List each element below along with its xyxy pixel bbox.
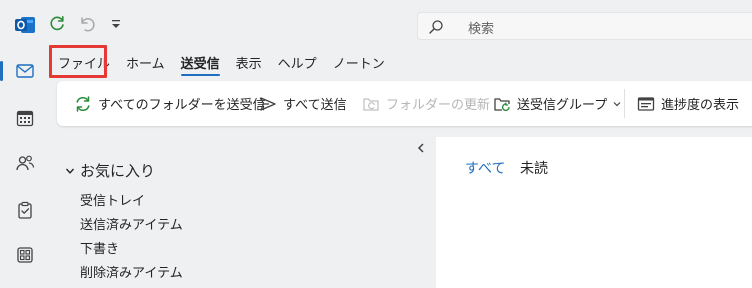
send-receive-all-label: すべてのフォルダーを送受信: [98, 98, 266, 113]
chevron-down-icon: [613, 100, 621, 108]
folder-item-deleted[interactable]: 削除済みアイテム: [80, 262, 183, 281]
send-receive-groups-label: 送受信グループ: [517, 98, 608, 113]
rail-people-button[interactable]: [10, 148, 40, 178]
folder-refresh-icon: [362, 95, 380, 113]
title-bar: 検索: [0, 0, 752, 50]
chevron-down-icon: [64, 165, 76, 177]
send-receive-groups-button[interactable]: 送受信グループ: [493, 81, 621, 126]
refresh-icon[interactable]: [47, 14, 67, 34]
send-all-label: すべて送信: [283, 98, 347, 113]
favorites-header[interactable]: お気に入り: [64, 160, 155, 181]
people-icon: [15, 153, 35, 173]
clipboard-check-icon: [15, 200, 35, 220]
rail-tasks-button[interactable]: [10, 195, 40, 225]
update-folder-button[interactable]: フォルダーの更新: [362, 81, 490, 126]
filter-unread-tab[interactable]: 未読: [520, 158, 548, 178]
apps-grid-icon: [15, 245, 35, 265]
show-progress-label: 進捗度の表示: [661, 98, 740, 113]
chevron-left-icon: [416, 142, 426, 154]
rail-apps-button[interactable]: [10, 240, 40, 270]
rail-calendar-button[interactable]: [10, 103, 40, 133]
send-icon: [259, 95, 277, 113]
search-icon: [428, 19, 444, 35]
tab-send-receive[interactable]: 送受信: [173, 51, 228, 79]
folder-item-inbox[interactable]: 受信トレイ: [80, 190, 145, 209]
folder-item-sent[interactable]: 送信済みアイテム: [80, 214, 183, 233]
calendar-icon: [15, 108, 35, 128]
folder-sync-icon: [493, 95, 511, 113]
progress-window-icon: [637, 95, 655, 113]
ribbon-toolbar: すべてのフォルダーを送受信 すべて送信 フォルダーの更新 送受信グループ 進捗度…: [57, 81, 752, 126]
update-folder-label: フォルダーの更新: [386, 98, 491, 113]
favorites-label: お気に入り: [80, 162, 156, 180]
sync-icon: [74, 95, 92, 113]
search-input[interactable]: 検索: [468, 18, 494, 37]
ribbon-divider: [624, 89, 625, 118]
show-progress-button[interactable]: 進捗度の表示: [637, 81, 739, 126]
outlook-logo-icon: [14, 14, 36, 36]
send-all-button[interactable]: すべて送信: [259, 81, 347, 126]
collapse-pane-button[interactable]: [416, 142, 426, 154]
highlight-annotation-box: [49, 45, 107, 78]
filter-all-tab[interactable]: すべて: [465, 158, 505, 178]
mail-icon: [15, 61, 35, 81]
customize-toolbar-icon[interactable]: [107, 14, 127, 34]
tab-norton[interactable]: ノートン: [325, 51, 393, 79]
undo-icon[interactable]: [77, 14, 97, 34]
send-receive-all-button[interactable]: すべてのフォルダーを送受信: [74, 81, 266, 126]
folder-item-drafts[interactable]: 下書き: [80, 238, 119, 257]
rail-mail-button[interactable]: [0, 56, 40, 86]
app-navigation-rail: [0, 50, 50, 288]
tab-home[interactable]: ホーム: [118, 51, 173, 79]
search-box[interactable]: 検索: [417, 12, 752, 40]
tab-help[interactable]: ヘルプ: [270, 51, 325, 79]
tab-view[interactable]: 表示: [228, 51, 270, 79]
